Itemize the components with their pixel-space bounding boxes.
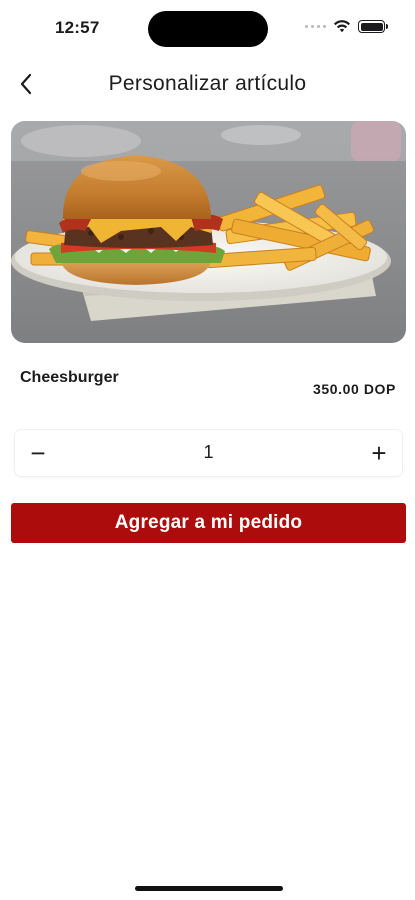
home-indicator[interactable] xyxy=(135,886,283,891)
status-icons xyxy=(305,20,388,33)
status-time: 12:57 xyxy=(55,18,100,37)
wifi-icon xyxy=(334,20,350,33)
increase-quantity-button[interactable]: + xyxy=(356,430,402,476)
status-bar: 12:57 xyxy=(0,0,415,56)
signal-dots-icon xyxy=(305,25,326,28)
page-title: Personalizar artículo xyxy=(108,72,307,95)
nav-bar: Personalizar artículo xyxy=(0,60,415,108)
product-price: 350.00 DOP xyxy=(312,381,396,397)
product-image xyxy=(11,121,406,343)
quantity-stepper: − 1 + xyxy=(15,430,402,476)
add-to-order-button[interactable]: Agregar a mi pedido xyxy=(11,503,406,543)
product-name: Cheesburger xyxy=(20,369,119,386)
plus-icon: + xyxy=(371,437,387,468)
quantity-value: 1 xyxy=(203,442,214,462)
cheeseburger-photo xyxy=(11,121,406,343)
dynamic-island xyxy=(148,11,268,47)
battery-icon xyxy=(358,20,388,33)
screen: 12:57 Personalizar artículo Cheesburger … xyxy=(0,0,415,900)
